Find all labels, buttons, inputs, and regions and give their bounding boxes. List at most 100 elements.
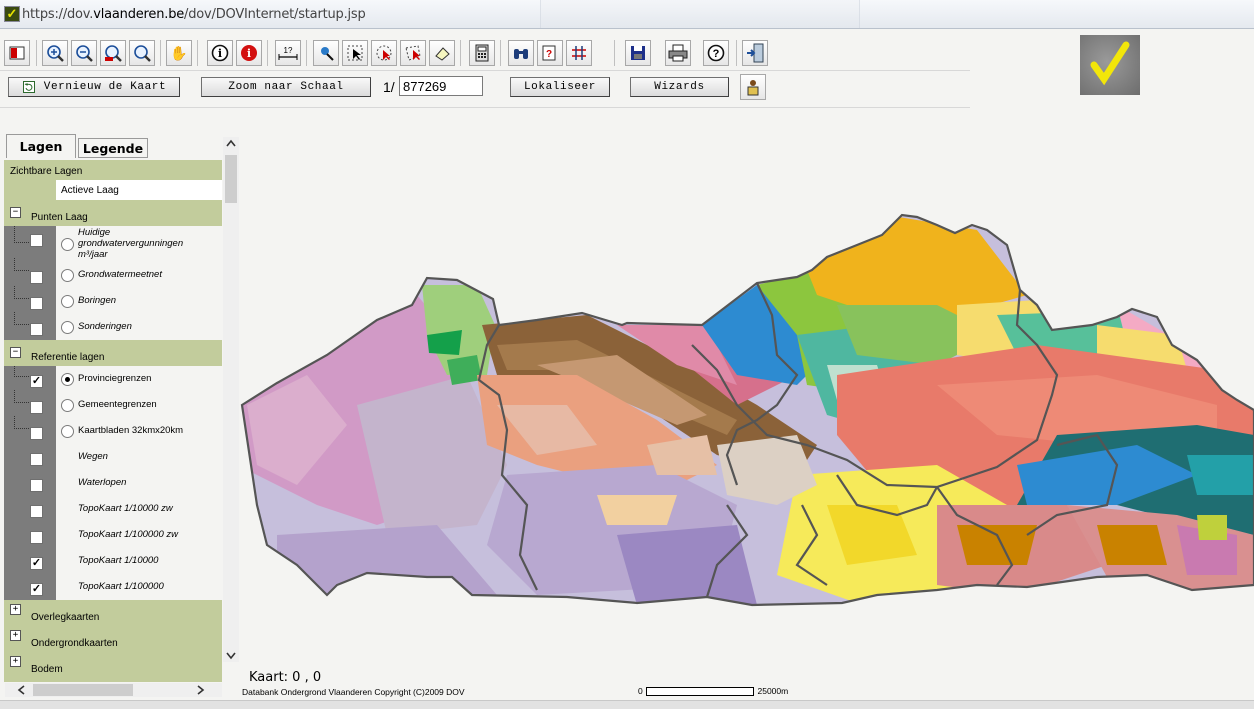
action-row: Vernieuw de Kaart Zoom naar Schaal 1/ Lo… xyxy=(0,72,970,104)
layer-radio[interactable] xyxy=(61,425,74,438)
app-logo xyxy=(1080,35,1140,95)
layer-checkbox[interactable]: ✓ xyxy=(30,557,43,570)
help-icon[interactable]: ? xyxy=(703,40,729,66)
layer-label-2: Boringen xyxy=(78,295,117,306)
layer-label-ref-7: TopoKaart 1/10000 xyxy=(78,555,159,566)
layer-checkbox[interactable] xyxy=(30,531,43,544)
active-layer-header: Actieve Laag xyxy=(56,180,222,200)
zoom-full-icon[interactable] xyxy=(100,40,126,66)
save-icon[interactable] xyxy=(625,40,651,66)
calculator-icon[interactable] xyxy=(469,40,495,66)
toolbar-separator xyxy=(736,40,737,66)
layer-checkbox[interactable]: ✓ xyxy=(30,583,43,596)
query-icon[interactable]: ? xyxy=(537,40,563,66)
layer-label-ref-2: Kaartbladen 32kmx20km xyxy=(78,425,184,436)
eraser-icon[interactable] xyxy=(429,40,455,66)
layer-radio[interactable] xyxy=(61,399,74,412)
collapse-icon[interactable]: − xyxy=(10,347,21,358)
scroll-left-icon[interactable] xyxy=(17,685,25,695)
collapse-icon[interactable]: − xyxy=(10,207,21,218)
layer-checkbox[interactable] xyxy=(30,271,43,284)
vscroll-thumb[interactable] xyxy=(225,155,237,203)
layer-checkbox[interactable] xyxy=(30,427,43,440)
measure-icon[interactable]: 1? xyxy=(275,40,301,66)
scroll-down-icon[interactable] xyxy=(226,652,236,660)
svg-text:1?: 1? xyxy=(284,46,293,55)
layer-radio[interactable] xyxy=(61,238,74,251)
identify-icon[interactable] xyxy=(313,40,339,66)
layer-label-3: Sonderingen xyxy=(78,321,132,332)
group-soil-label[interactable]: Bodem xyxy=(31,664,63,675)
person-locate-icon[interactable] xyxy=(740,74,766,100)
layer-checkbox[interactable] xyxy=(30,453,43,466)
layer-radio[interactable] xyxy=(61,295,74,308)
refresh-map-button[interactable]: Vernieuw de Kaart xyxy=(8,77,180,97)
layer-radio[interactable] xyxy=(61,321,74,334)
tab-lagen[interactable]: Lagen xyxy=(6,134,76,158)
layer-toggle-icon[interactable] xyxy=(4,40,30,66)
scroll-up-icon[interactable] xyxy=(226,139,236,147)
binoculars-icon[interactable] xyxy=(508,40,534,66)
exit-icon[interactable] xyxy=(742,40,768,66)
main-toolbar: ✋ i i 1? ? ? xyxy=(0,36,780,70)
toolbar-divider xyxy=(0,70,970,71)
toolbar-separator xyxy=(160,40,161,66)
expand-icon[interactable]: + xyxy=(10,604,21,615)
layer-checkbox[interactable] xyxy=(30,234,43,247)
layer-panel-hscrollbar[interactable] xyxy=(5,683,222,697)
tree-connector xyxy=(14,258,29,271)
geology-map[interactable] xyxy=(237,205,1254,610)
scalebar-bar xyxy=(646,687,755,697)
scale-input[interactable] xyxy=(399,76,483,96)
tree-connector xyxy=(14,390,29,403)
select-circle-icon[interactable] xyxy=(371,40,397,66)
layer-checkbox[interactable] xyxy=(30,401,43,414)
info-red-icon[interactable]: i xyxy=(236,40,262,66)
layer-label-ref-0: Provinciegrenzen xyxy=(78,373,152,384)
url-path: /dov/DOVInternet/startup.jsp xyxy=(184,7,366,22)
layer-checkbox[interactable] xyxy=(30,323,43,336)
layer-checkbox[interactable] xyxy=(30,479,43,492)
wizards-button[interactable]: Wizards xyxy=(630,77,729,97)
pan-hand-icon[interactable]: ✋ xyxy=(166,40,192,66)
toolbar-separator xyxy=(197,40,198,66)
layer-radio[interactable] xyxy=(61,269,74,282)
zoom-out-icon[interactable] xyxy=(71,40,97,66)
layer-checkbox[interactable] xyxy=(30,505,43,518)
url-prefix: https://dov. xyxy=(22,7,94,22)
action-row-divider xyxy=(0,107,970,108)
localize-button[interactable]: Lokaliseer xyxy=(510,77,610,97)
group-referentie-lagen[interactable]: − Referentie lagen xyxy=(4,340,222,366)
group-overlay-label[interactable]: Overlegkaarten xyxy=(31,612,99,623)
print-icon[interactable] xyxy=(665,40,691,66)
svg-text:i: i xyxy=(218,47,222,60)
tree-connector xyxy=(14,366,29,377)
zoom-in-icon[interactable] xyxy=(42,40,68,66)
address-bar[interactable]: ✓ https://dov.vlaanderen.be/dov/DOVInter… xyxy=(0,0,1254,29)
select-arrow-icon[interactable] xyxy=(342,40,368,66)
layer-checkbox[interactable]: ✓ xyxy=(30,375,43,388)
map-scalebar: 0 25000m xyxy=(638,686,788,697)
url-domain: vlaanderen.be xyxy=(93,7,185,22)
url-text[interactable]: https://dov.vlaanderen.be/dov/DOVInterne… xyxy=(22,7,366,22)
group-underground-label[interactable]: Ondergrondkaarten xyxy=(31,638,118,649)
select-polygon-icon[interactable] xyxy=(400,40,426,66)
layer-checkbox[interactable] xyxy=(30,297,43,310)
group-punten-label: Punten Laag xyxy=(31,212,88,223)
expand-icon[interactable]: + xyxy=(10,630,21,641)
layer-label-ref-5: TopoKaart 1/10000 zw xyxy=(78,503,173,514)
zoom-select-icon[interactable] xyxy=(129,40,155,66)
tree-connector xyxy=(14,286,29,299)
group-punten-laag[interactable]: − Punten Laag xyxy=(4,200,222,226)
scroll-right-icon[interactable] xyxy=(197,685,205,695)
tab-legende[interactable]: Legende xyxy=(78,138,148,158)
grid-icon[interactable] xyxy=(566,40,592,66)
info-icon[interactable]: i xyxy=(207,40,233,66)
tree-connector xyxy=(14,312,29,325)
layer-radio[interactable] xyxy=(61,373,74,386)
map-coordinates: Kaart: 0 , 0 xyxy=(249,670,322,685)
expand-icon[interactable]: + xyxy=(10,656,21,667)
zoom-to-scale-button[interactable]: Zoom naar Schaal xyxy=(201,77,371,97)
hscroll-thumb[interactable] xyxy=(33,684,133,696)
layer-label-0: Huidige grondwatervergunningen m³/jaar xyxy=(78,227,184,260)
